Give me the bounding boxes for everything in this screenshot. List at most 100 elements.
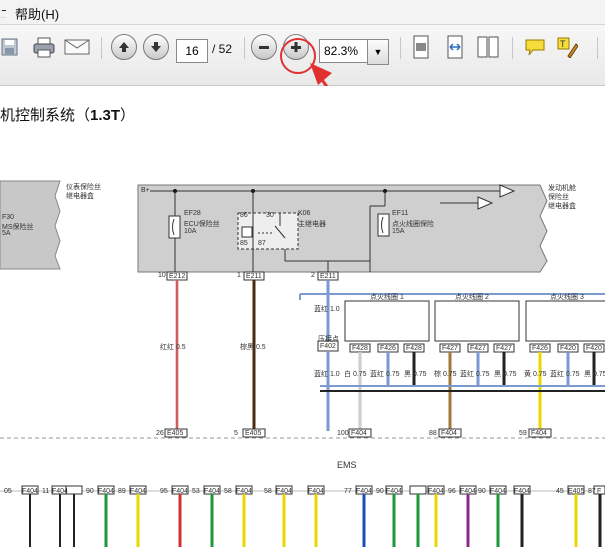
bottom-row-pin: 05	[4, 488, 12, 495]
connector-e212: E212	[169, 273, 186, 280]
relay-id: K06	[298, 210, 311, 217]
connector-e211: E211	[246, 273, 262, 280]
coil-1-label: 点火线圈 1	[370, 294, 404, 301]
relay-pin-30: 30	[266, 212, 274, 219]
two-page-button[interactable]	[476, 33, 500, 61]
bottom-row-pin: 58	[224, 488, 232, 495]
page-number-input[interactable]: 16	[176, 39, 208, 63]
menu-bar: 二 帮助(H)	[0, 0, 605, 25]
relay-pin-87: 87	[258, 240, 266, 247]
wire-label: 黑 0.75	[494, 371, 517, 378]
previous-page-icon	[111, 34, 137, 60]
wire-label: 蓝红 0.75	[370, 371, 400, 378]
bottom-row-pin: 45	[556, 488, 564, 495]
coil-connector: F420	[560, 345, 576, 352]
splice-id: F402	[320, 343, 336, 350]
toolbar-separator	[244, 37, 245, 59]
print-button[interactable]	[31, 33, 57, 61]
bottom-connector-f404-c: F404	[531, 430, 547, 437]
bottom-pin-100: 100	[337, 430, 349, 437]
fuse-ef28-id: EF28	[184, 210, 201, 217]
bottom-row-pin: 77	[344, 488, 352, 495]
wire-label: 黑 0.75	[404, 371, 427, 378]
fuse-ef11-id: EF11	[392, 210, 409, 217]
email-icon	[64, 39, 90, 55]
pin-2: 2	[311, 272, 315, 279]
coil-connector: F428	[406, 345, 422, 352]
bottom-row-conn: F404	[490, 488, 506, 495]
wire-label-blue-2: 蓝红 1.0	[314, 371, 340, 378]
bottom-row-conn: F404	[98, 488, 114, 495]
toolbar-separator	[101, 37, 102, 59]
document-page: 机控制系统（1.3T） 仪表保险丝 继电器盒 F30 MS保险丝 5A B+ E…	[0, 86, 605, 547]
bottom-row-conn: F404	[308, 488, 324, 495]
bottom-row-conn: E405	[568, 488, 585, 495]
bottom-row-conn: F404	[428, 488, 444, 495]
pin-10: 10	[158, 272, 166, 279]
menu-item-partial[interactable]: 二	[0, 4, 6, 18]
wire-label: 棕 0.75	[434, 371, 457, 378]
pin-1: 1	[237, 272, 241, 279]
wire-label-brown: 棕黑 0.5	[240, 344, 266, 351]
save-icon	[1, 38, 18, 56]
fuse-ef11-amp: 15A	[392, 228, 405, 235]
relay-pin-85: 85	[240, 240, 248, 247]
relay-name: 主继电器	[298, 221, 326, 228]
bottom-connector-e405: E405	[167, 430, 184, 437]
wire-label: 蓝红 0.75	[460, 371, 490, 378]
toolbar-separator	[512, 37, 513, 59]
bottom-row-pin: 90	[376, 488, 384, 495]
zoom-out-button[interactable]	[251, 33, 277, 61]
bottom-row-pin: 53	[192, 488, 200, 495]
highlight-button[interactable]: T	[555, 33, 579, 61]
fit-width-button[interactable]	[443, 33, 467, 61]
bottom-row-conn: F404	[514, 488, 530, 495]
previous-page-button[interactable]	[111, 33, 137, 61]
fit-width-icon	[447, 35, 463, 59]
email-button[interactable]	[63, 33, 91, 61]
bottom-row-conn: F404	[22, 488, 38, 495]
wire-label: 黑 0.75	[584, 371, 605, 378]
bottom-row-pin: 11	[42, 488, 50, 495]
comment-icon	[525, 39, 545, 56]
bottom-row-pin: 96	[448, 488, 456, 495]
bottom-connector-f404: F404	[351, 430, 367, 437]
left-fuse-id: F30	[2, 214, 15, 221]
bottom-row-conn: F404	[460, 488, 476, 495]
bottom-pin-59: 59	[519, 430, 527, 437]
coil-connector: F426	[380, 345, 396, 352]
coil-connector: F420	[586, 345, 602, 352]
two-page-icon	[477, 36, 499, 58]
wiring-diagram	[0, 180, 605, 547]
coil-3-label: 点火线圈 3	[550, 294, 584, 301]
bottom-row-pin: 87	[588, 488, 596, 495]
bottom-pin-88: 88	[429, 430, 437, 437]
bottom-wire-row	[21, 485, 605, 547]
wire-label-red: 红红 0.5	[160, 344, 186, 351]
comment-button[interactable]	[523, 33, 547, 61]
bottom-row-conn: F404	[204, 488, 220, 495]
fuse-ef28-amp: 10A	[184, 228, 197, 235]
next-page-button[interactable]	[143, 33, 169, 61]
save-button[interactable]	[0, 33, 20, 61]
bottom-pin-5: 5	[234, 430, 238, 437]
bottom-row-pin: 58	[264, 488, 272, 495]
bottom-row-conn: F404	[276, 488, 292, 495]
fit-page-button[interactable]	[409, 33, 433, 61]
bottom-row-conn: F404	[386, 488, 402, 495]
left-box-label-2: 继电器盒	[66, 193, 94, 200]
right-box-label-3: 继电器盒	[548, 203, 576, 210]
wire-label: 白 0.75	[344, 371, 367, 378]
print-icon	[33, 37, 55, 58]
coil-connector: F426	[532, 345, 548, 352]
bottom-row-conn: F404	[172, 488, 188, 495]
bottom-row-pin: 90	[86, 488, 94, 495]
relay-pin-86: 86	[240, 212, 248, 219]
left-fuse-amp: 5A	[2, 230, 11, 237]
bottom-row-conn: F404	[52, 488, 68, 495]
coil-connector: F427	[496, 345, 512, 352]
wire-label-blue: 蓝红 1.0	[314, 306, 340, 313]
wire-label: 蓝红 0.75	[550, 371, 580, 378]
coil-connector: F427	[470, 345, 486, 352]
menu-item-help[interactable]: 帮助(H)	[15, 4, 59, 23]
